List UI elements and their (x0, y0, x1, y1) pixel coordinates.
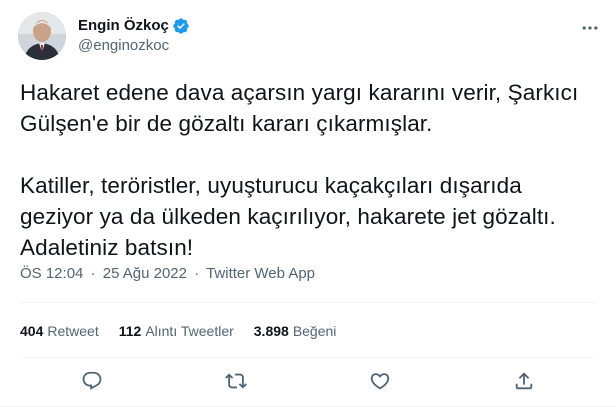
more-dots-icon[interactable] (578, 16, 602, 40)
tweet-date[interactable]: 25 Ağu 2022 (103, 265, 187, 282)
reply-icon[interactable] (78, 367, 106, 395)
verified-badge-icon (172, 17, 190, 35)
quotes-label: Alıntı Tweetler (145, 323, 234, 339)
meta-separator: · (194, 265, 200, 282)
tweet-source[interactable]: Twitter Web App (206, 265, 315, 282)
tweet-text: Hakaret edene dava açarsın yargı kararın… (20, 77, 600, 263)
tweet-actions (0, 365, 616, 397)
likes-stat[interactable]: 3.898 Beğeni (254, 321, 337, 341)
author-handle[interactable]: @enginozkoc (78, 36, 190, 56)
divider (20, 357, 596, 358)
quotes-count: 112 (118, 323, 142, 339)
tweet-paragraph-2: Katiller, teröristler, uyuşturucu kaçakç… (20, 173, 556, 260)
retweets-label: Retweet (47, 323, 99, 339)
retweet-icon[interactable] (222, 367, 250, 395)
author-name-row: Engin Özkoç (78, 16, 190, 36)
author-name[interactable]: Engin Özkoç (78, 16, 169, 36)
tweet-paragraph-1: Hakaret edene dava açarsın yargı kararın… (20, 80, 579, 136)
avatar-image (18, 12, 66, 60)
likes-label: Beğeni (292, 323, 337, 339)
quotes-stat[interactable]: 112 Alıntı Tweetler (119, 321, 234, 341)
tweet-header: Engin Özkoç @enginozkoc (18, 12, 190, 60)
tweet-card: Engin Özkoç @enginozkoc Hakaret edene da… (0, 0, 616, 407)
likes-count: 3.898 (253, 323, 289, 339)
share-icon[interactable] (510, 367, 538, 395)
tweet-time[interactable]: ÖS 12:04 (20, 265, 83, 282)
divider (20, 302, 596, 303)
meta-separator: · (90, 265, 96, 282)
retweets-stat[interactable]: 404 Retweet (20, 321, 99, 341)
avatar[interactable] (18, 12, 66, 60)
retweets-count: 404 (20, 323, 44, 339)
author-names: Engin Özkoç @enginozkoc (78, 16, 190, 56)
tweet-meta: ÖS 12:04 · 25 Ağu 2022 · Twitter Web App (20, 264, 315, 284)
heart-icon[interactable] (366, 367, 394, 395)
tweet-stats: 404 Retweet 112 Alıntı Tweetler 3.898 Beğen… (20, 321, 356, 341)
